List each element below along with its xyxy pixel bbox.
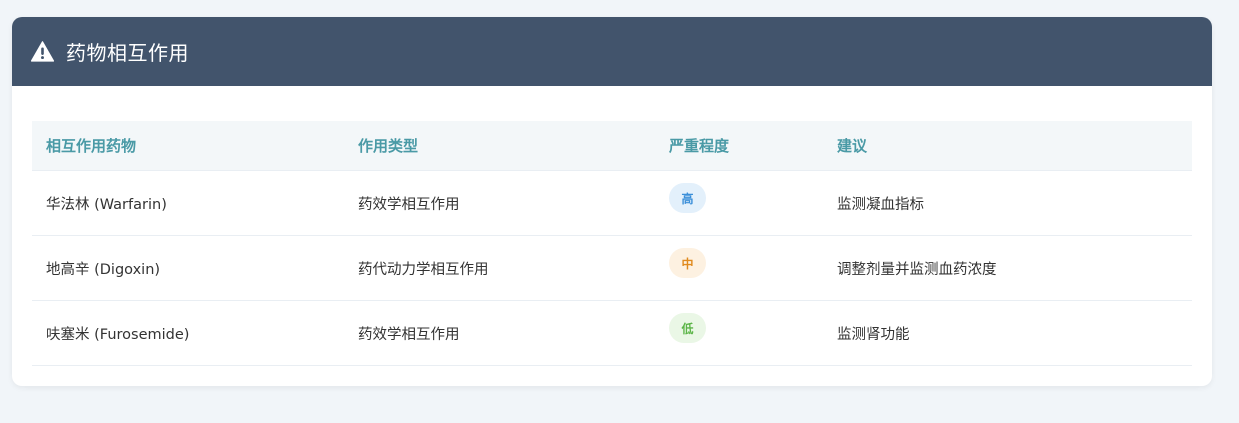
table-row: 地高辛 (Digoxin) 药代动力学相互作用 中 调整剂量并监测血药浓度	[32, 236, 1192, 301]
cell-advice: 调整剂量并监测血药浓度	[837, 261, 997, 278]
table-row: 华法林 (Warfarin) 药效学相互作用 高 监测凝血指标	[32, 171, 1192, 236]
interaction-table: 相互作用药物 作用类型 严重程度 建议 华法林 (Warfarin) 药效学相互…	[32, 121, 1192, 366]
cell-drug: 地高辛 (Digoxin)	[46, 261, 161, 278]
cell-advice: 监测凝血指标	[837, 196, 924, 213]
column-header-drug: 相互作用药物	[46, 137, 137, 155]
column-header-advice: 建议	[837, 137, 868, 155]
card-header: 药物相互作用	[12, 17, 1212, 86]
cell-severity: 中	[655, 248, 823, 283]
cell-drug: 呋塞米 (Furosemide)	[46, 326, 190, 343]
drug-interaction-card: 药物相互作用 相互作用药物 作用类型 严重程度 建议 华法林 (Warfarin…	[12, 17, 1212, 386]
warning-icon	[31, 41, 54, 62]
cell-type: 药代动力学相互作用	[358, 261, 489, 278]
cell-type: 药效学相互作用	[358, 196, 460, 213]
column-header-type: 作用类型	[358, 137, 419, 155]
severity-badge-low: 低	[669, 313, 706, 343]
table-row: 呋塞米 (Furosemide) 药效学相互作用 低 监测肾功能	[32, 301, 1192, 366]
cell-severity: 低	[655, 313, 823, 348]
severity-badge-medium: 中	[669, 248, 706, 278]
cell-drug: 华法林 (Warfarin)	[46, 196, 167, 213]
severity-badge-high: 高	[669, 183, 706, 213]
card-title: 药物相互作用	[66, 41, 189, 65]
table-header-row: 相互作用药物 作用类型 严重程度 建议	[32, 121, 1192, 171]
cell-type: 药效学相互作用	[358, 326, 460, 343]
cell-severity: 高	[655, 183, 823, 218]
cell-advice: 监测肾功能	[837, 326, 910, 343]
column-header-severity: 严重程度	[669, 137, 730, 155]
